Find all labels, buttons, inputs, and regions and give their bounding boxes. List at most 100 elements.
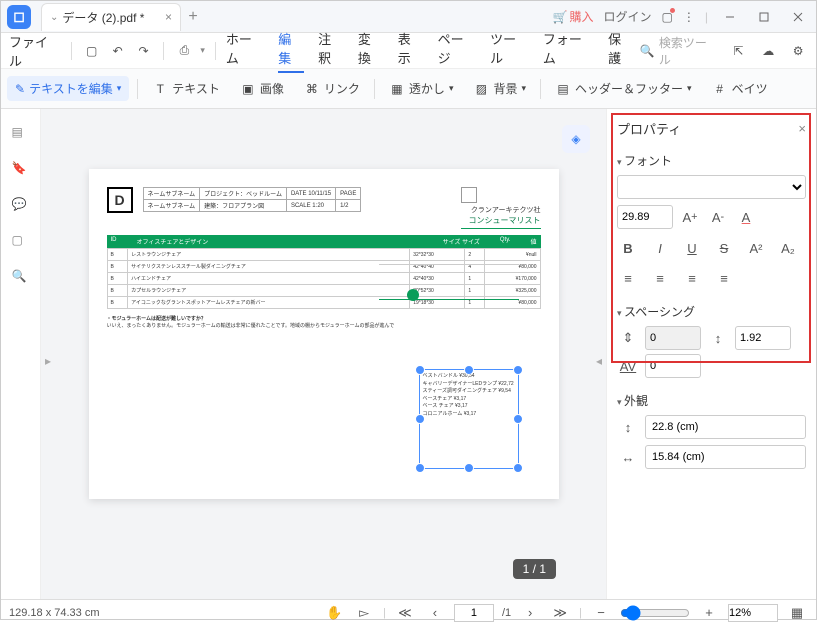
menu-tool[interactable]: ツール (490, 29, 529, 73)
background-button[interactable]: ▨背景▾ (467, 77, 532, 100)
cloud-icon[interactable]: ☁ (758, 41, 778, 61)
header-footer-button[interactable]: ▤ヘッダー＆フッター▾ (549, 77, 698, 100)
meta-table: ネームサブネームプロジェクト：ベッドルームDATE 10/11/15PAGE ネ… (143, 187, 362, 212)
page-number-input[interactable] (454, 604, 494, 622)
expand-right-icon[interactable]: ◂ (596, 354, 602, 368)
attachment-icon[interactable]: ▢ (12, 233, 30, 251)
line-height-input[interactable] (735, 326, 791, 350)
underline-icon[interactable]: U (681, 237, 703, 259)
height-input[interactable] (645, 415, 806, 439)
close-window-button[interactable] (786, 5, 810, 29)
increase-font-icon[interactable]: A+ (679, 206, 701, 228)
menu-page[interactable]: ページ (438, 29, 476, 73)
section-header[interactable]: 外観 (617, 392, 806, 409)
buy-link[interactable]: 🛒購入 (553, 8, 594, 25)
subscript-icon[interactable]: A₂ (777, 237, 799, 259)
menu-convert[interactable]: 変換 (358, 29, 384, 73)
close-panel-icon[interactable]: × (798, 121, 806, 136)
menu-edit[interactable]: 編集 (278, 29, 304, 73)
first-page-icon[interactable]: ≪ (394, 602, 416, 624)
selection-box[interactable]: ベストバンドル ¥30,54 キャバリーデザイナーLEDランプ ¥22,72 ス… (419, 369, 519, 469)
zoom-out-icon[interactable]: − (590, 602, 612, 624)
crop-tool-icon[interactable]: ◈ (562, 125, 590, 153)
section-header[interactable]: スペーシング (617, 303, 806, 320)
menu-protect[interactable]: 保護 (608, 29, 634, 73)
text-icon: T (152, 81, 168, 97)
next-page-icon[interactable]: › (519, 602, 541, 624)
menu-comment[interactable]: 注釈 (318, 29, 344, 73)
add-link-button[interactable]: ⌘リンク (298, 77, 366, 100)
last-page-icon[interactable]: ≫ (549, 602, 571, 624)
handle-ml[interactable] (415, 414, 425, 424)
undo-icon[interactable]: ↶ (108, 41, 128, 61)
bookmark-icon[interactable]: 🔖 (12, 161, 30, 179)
more-icon[interactable]: ⋮ (683, 10, 695, 24)
settings-icon[interactable]: ⚙ (788, 41, 808, 61)
document-tab[interactable]: ⌄ データ (2).pdf * × (41, 3, 181, 31)
comment-icon[interactable]: 💬 (12, 197, 30, 215)
appearance-section: 外観 ↕ ↔ (617, 392, 806, 469)
handle-tr[interactable] (513, 365, 523, 375)
decrease-font-icon[interactable]: A- (707, 206, 729, 228)
zoom-select[interactable] (728, 604, 778, 622)
handle-bm[interactable] (464, 463, 474, 473)
notification-icon[interactable]: ▢ (662, 10, 673, 24)
add-image-button[interactable]: ▣画像 (234, 77, 290, 100)
align-left-icon[interactable]: ≡ (617, 267, 639, 289)
minimize-button[interactable] (718, 5, 742, 29)
redo-icon[interactable]: ↷ (134, 41, 154, 61)
handle-tl[interactable] (415, 365, 425, 375)
width-icon: ↔ (617, 446, 639, 468)
zoom-in-icon[interactable]: + (698, 602, 720, 624)
print-icon[interactable]: ⎙ (174, 41, 194, 61)
new-tab-button[interactable]: + (181, 8, 205, 26)
align-center-icon[interactable]: ≡ (649, 267, 671, 289)
section-header[interactable]: フォント (617, 152, 806, 169)
font-color-icon[interactable]: A (735, 206, 757, 228)
search-icon[interactable]: 🔍 (12, 269, 30, 287)
italic-icon[interactable]: I (649, 237, 671, 259)
char-spacing-input[interactable] (645, 354, 701, 378)
document-canvas[interactable]: ◈ ▸ ◂ D ネームサブネームプロジェクト：ベッドルームDATE 10/11/… (41, 109, 606, 599)
search-tool[interactable]: 🔍検索ツール (640, 34, 718, 68)
divider: | (705, 10, 708, 24)
share-icon[interactable]: ⇱ (728, 41, 748, 61)
hand-tool-icon[interactable]: ✋ (323, 602, 345, 624)
tab-title: データ (2).pdf * (62, 9, 144, 26)
align-justify-icon[interactable]: ≡ (713, 267, 735, 289)
menu-form[interactable]: フォーム (543, 29, 594, 73)
select-tool-icon[interactable]: ▻ (353, 602, 375, 624)
strikethrough-icon[interactable]: S (713, 237, 735, 259)
align-right-icon[interactable]: ≡ (681, 267, 703, 289)
prev-page-icon[interactable]: ‹ (424, 602, 446, 624)
handle-mr[interactable] (513, 414, 523, 424)
add-text-button[interactable]: Tテキスト (146, 77, 226, 100)
spacing-before-input[interactable] (645, 326, 701, 350)
font-family-select[interactable] (617, 175, 806, 199)
superscript-icon[interactable]: A² (745, 237, 767, 259)
header-footer-icon: ▤ (555, 81, 571, 97)
edit-text-mode-button[interactable]: ✎ テキストを編集▾ (7, 76, 129, 101)
save-icon[interactable]: ▢ (82, 41, 102, 61)
doc-logo: D (107, 187, 133, 213)
maximize-button[interactable] (752, 5, 776, 29)
thumbnail-icon[interactable]: ▤ (12, 125, 30, 143)
close-tab-icon[interactable]: × (165, 10, 172, 24)
expand-left-icon[interactable]: ▸ (45, 354, 51, 368)
menu-view[interactable]: 表示 (398, 29, 424, 73)
bold-icon[interactable]: B (617, 237, 639, 259)
handle-bl[interactable] (415, 463, 425, 473)
fit-page-icon[interactable]: ▦ (786, 602, 808, 624)
bates-button[interactable]: #ベイツ (706, 77, 774, 100)
menu-home[interactable]: ホーム (226, 29, 264, 73)
watermark-button[interactable]: ▦透かし▾ (383, 77, 460, 100)
file-menu[interactable]: ファイル (9, 32, 61, 70)
login-link[interactable]: ログイン (604, 8, 652, 25)
handle-br[interactable] (513, 463, 523, 473)
divider: | (383, 607, 386, 619)
zoom-slider[interactable] (620, 605, 690, 621)
width-input[interactable] (645, 445, 806, 469)
font-size-input[interactable] (617, 205, 673, 229)
handle-tm[interactable] (464, 365, 474, 375)
selection-content: ベストバンドル ¥30,54 キャバリーデザイナーLEDランプ ¥22,72 ス… (420, 370, 518, 421)
